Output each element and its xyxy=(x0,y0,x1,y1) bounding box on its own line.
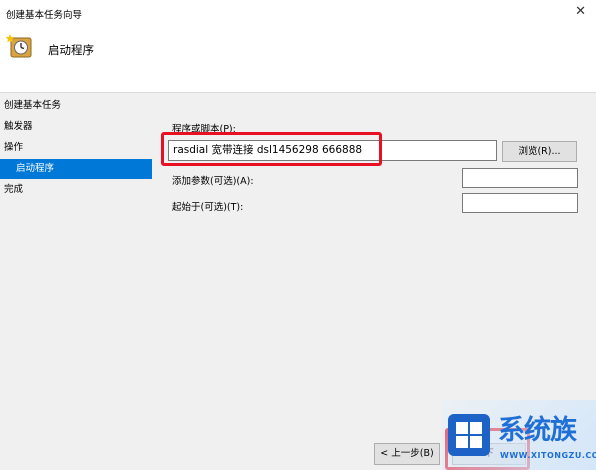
start-in-input[interactable] xyxy=(462,193,578,213)
args-label: 添加参数(可选)(A): xyxy=(172,176,254,187)
back-button[interactable]: < 上一步(B) xyxy=(374,443,440,465)
start-in-label: 起始于(可选)(T): xyxy=(172,202,244,213)
title-bar: 创建基本任务向导 ✕ xyxy=(0,0,596,26)
nav-item-create-basic-task[interactable]: 创建基本任务 xyxy=(0,96,152,116)
site-watermark: 系统族 WWW.XITONGZU.COM xyxy=(442,400,596,470)
args-input[interactable] xyxy=(462,168,578,188)
watermark-url: WWW.XITONGZU.COM xyxy=(500,451,596,460)
window-title: 创建基本任务向导 xyxy=(6,10,83,21)
browse-button[interactable]: 浏览(R)... xyxy=(502,141,577,162)
task-clock-icon xyxy=(6,34,32,58)
nav-item-trigger[interactable]: 触发器 xyxy=(0,117,152,137)
watermark-brand: 系统族 xyxy=(498,415,577,446)
windows-logo-icon xyxy=(448,414,490,456)
nav-item-finish[interactable]: 完成 xyxy=(0,180,152,200)
nav-item-start-program[interactable]: 启动程序 xyxy=(0,159,152,179)
page-title: 启动程序 xyxy=(48,43,94,57)
wizard-header: 启动程序 xyxy=(0,26,596,93)
nav-item-action[interactable]: 操作 xyxy=(0,138,152,158)
program-highlight-box xyxy=(161,132,382,166)
close-icon[interactable]: ✕ xyxy=(575,4,586,19)
